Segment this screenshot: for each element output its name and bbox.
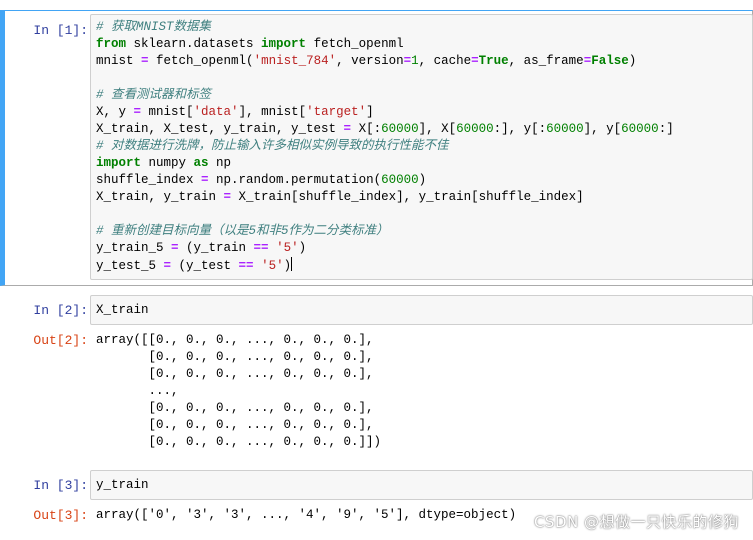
code-token: shuffle_index bbox=[96, 173, 202, 187]
code-token: X, y bbox=[96, 105, 134, 119]
cell-3-code[interactable]: y_train bbox=[96, 477, 753, 494]
code-token: = bbox=[403, 54, 412, 68]
code-token: (y_test bbox=[171, 259, 239, 273]
code-token: # 查看测试器和标签 bbox=[96, 88, 212, 102]
out-prompt-3: Out[3]: bbox=[33, 508, 88, 523]
in-prompt-2: In [2]: bbox=[33, 303, 88, 318]
in-prompt-3: In [3]: bbox=[33, 478, 88, 493]
code-token: y_test_5 bbox=[96, 259, 164, 273]
code-token: = bbox=[471, 54, 479, 68]
code-line[interactable]: # 重新创建目标向量（以是5和非5作为二分类标准） bbox=[96, 223, 753, 240]
code-token: ], y[ bbox=[583, 122, 622, 136]
code-token: as bbox=[193, 156, 209, 170]
code-line[interactable] bbox=[96, 70, 753, 87]
code-token: X_train[shuffle_index], y_train[shuffle_… bbox=[231, 190, 584, 204]
cell-2-output: array([[0., 0., 0., ..., 0., 0., 0.], [0… bbox=[96, 333, 382, 449]
code-token: 'data' bbox=[193, 105, 239, 119]
code-token: 60000 bbox=[381, 122, 419, 136]
code-token: ) bbox=[418, 173, 427, 187]
code-line[interactable]: y_train_5 = (y_train == '5') bbox=[96, 240, 753, 257]
code-token: ) bbox=[283, 259, 292, 273]
code-token: X[: bbox=[351, 122, 382, 136]
code-line[interactable]: X, y = mnist['data'], mnist['target'] bbox=[96, 104, 753, 121]
text-cursor bbox=[291, 257, 293, 271]
in-prompt-1: In [1]: bbox=[33, 23, 88, 38]
code-token: (y_train bbox=[178, 241, 254, 255]
code-line[interactable]: X_train, X_test, y_train, y_test = X[:60… bbox=[96, 121, 753, 138]
code-token: , cache bbox=[418, 54, 472, 68]
code-token: == bbox=[253, 241, 269, 255]
code-token: X_train, y_train bbox=[96, 190, 224, 204]
code-token: , as_frame bbox=[508, 54, 584, 68]
code-token: y_train_5 bbox=[96, 241, 172, 255]
code-token: = bbox=[141, 54, 149, 68]
code-token: :], y[: bbox=[493, 122, 547, 136]
code-token: # 重新创建目标向量（以是5和非5作为二分类标准） bbox=[96, 224, 389, 238]
cell-1-code[interactable]: # 获取MNIST数据集 from sklearn.datasets import… bbox=[96, 19, 753, 274]
code-token: 'target' bbox=[306, 105, 367, 119]
code-token: from bbox=[96, 37, 127, 51]
out-prompt-2: Out[2]: bbox=[33, 333, 88, 348]
code-token: 'mnist_784' bbox=[253, 54, 337, 68]
code-token: '5' bbox=[276, 241, 299, 255]
code-token: = bbox=[171, 241, 179, 255]
code-token: = bbox=[133, 105, 142, 119]
code-token: = bbox=[223, 190, 232, 204]
code-token: False bbox=[591, 54, 629, 68]
code-token: np.random.permutation( bbox=[208, 173, 382, 187]
code-line[interactable]: mnist = fetch_openml('mnist_784', versio… bbox=[96, 53, 753, 70]
code-token: == bbox=[238, 259, 254, 273]
code-token: 60000 bbox=[456, 122, 494, 136]
code-token: numpy bbox=[141, 156, 194, 170]
code-line[interactable]: # 查看测试器和标签 bbox=[96, 87, 753, 104]
code-token: fetch_openml( bbox=[148, 54, 254, 68]
code-token: True bbox=[478, 54, 509, 68]
code-token: :] bbox=[658, 122, 674, 136]
code-token: 1 bbox=[411, 54, 419, 68]
code-token: ) bbox=[628, 54, 637, 68]
code-line[interactable] bbox=[96, 206, 753, 223]
code-token: ] bbox=[366, 105, 374, 119]
code-token: ) bbox=[298, 241, 307, 255]
code-token: = bbox=[163, 259, 172, 273]
code-line[interactable]: # 获取MNIST数据集 bbox=[96, 19, 753, 36]
notebook-top-edge bbox=[0, 0, 753, 10]
code-token: = bbox=[201, 173, 209, 187]
code-token: fetch_openml bbox=[306, 37, 404, 51]
code-line[interactable]: X_train, y_train = X_train[shuffle_index… bbox=[96, 189, 753, 206]
code-token: ], X[ bbox=[418, 122, 457, 136]
code-token: 60000 bbox=[381, 173, 419, 187]
code-token: import bbox=[96, 156, 142, 170]
code-token: , version bbox=[336, 54, 404, 68]
csdn-watermark: CSDN @想做一只快乐的修狗 bbox=[533, 513, 739, 531]
code-token: mnist bbox=[96, 54, 142, 68]
code-token: ], mnist[ bbox=[238, 105, 307, 119]
code-token: import bbox=[261, 37, 307, 51]
code-token: '5' bbox=[261, 259, 284, 273]
code-line[interactable]: import numpy as np bbox=[96, 155, 753, 172]
code-token: # 获取MNIST数据集 bbox=[96, 20, 212, 34]
code-token: # 对数据进行洗牌，防止输入许多相似实例导致的执行性能不佳 bbox=[96, 139, 449, 153]
code-token: mnist[ bbox=[141, 105, 194, 119]
code-line[interactable]: y_test_5 = (y_test == '5') bbox=[96, 257, 753, 274]
code-token: = bbox=[343, 122, 352, 136]
code-token: X_train, X_test, y_train, y_test bbox=[96, 122, 344, 136]
code-line[interactable]: shuffle_index = np.random.permutation(60… bbox=[96, 172, 753, 189]
code-token: 60000 bbox=[546, 122, 584, 136]
cell-2-code[interactable]: X_train bbox=[96, 302, 753, 319]
code-line[interactable]: from sklearn.datasets import fetch_openm… bbox=[96, 36, 753, 53]
code-token: sklearn.datasets bbox=[126, 37, 262, 51]
code-line[interactable]: # 对数据进行洗牌，防止输入许多相似实例导致的执行性能不佳 bbox=[96, 138, 753, 155]
code-token: np bbox=[208, 156, 232, 170]
code-token: 60000 bbox=[621, 122, 659, 136]
